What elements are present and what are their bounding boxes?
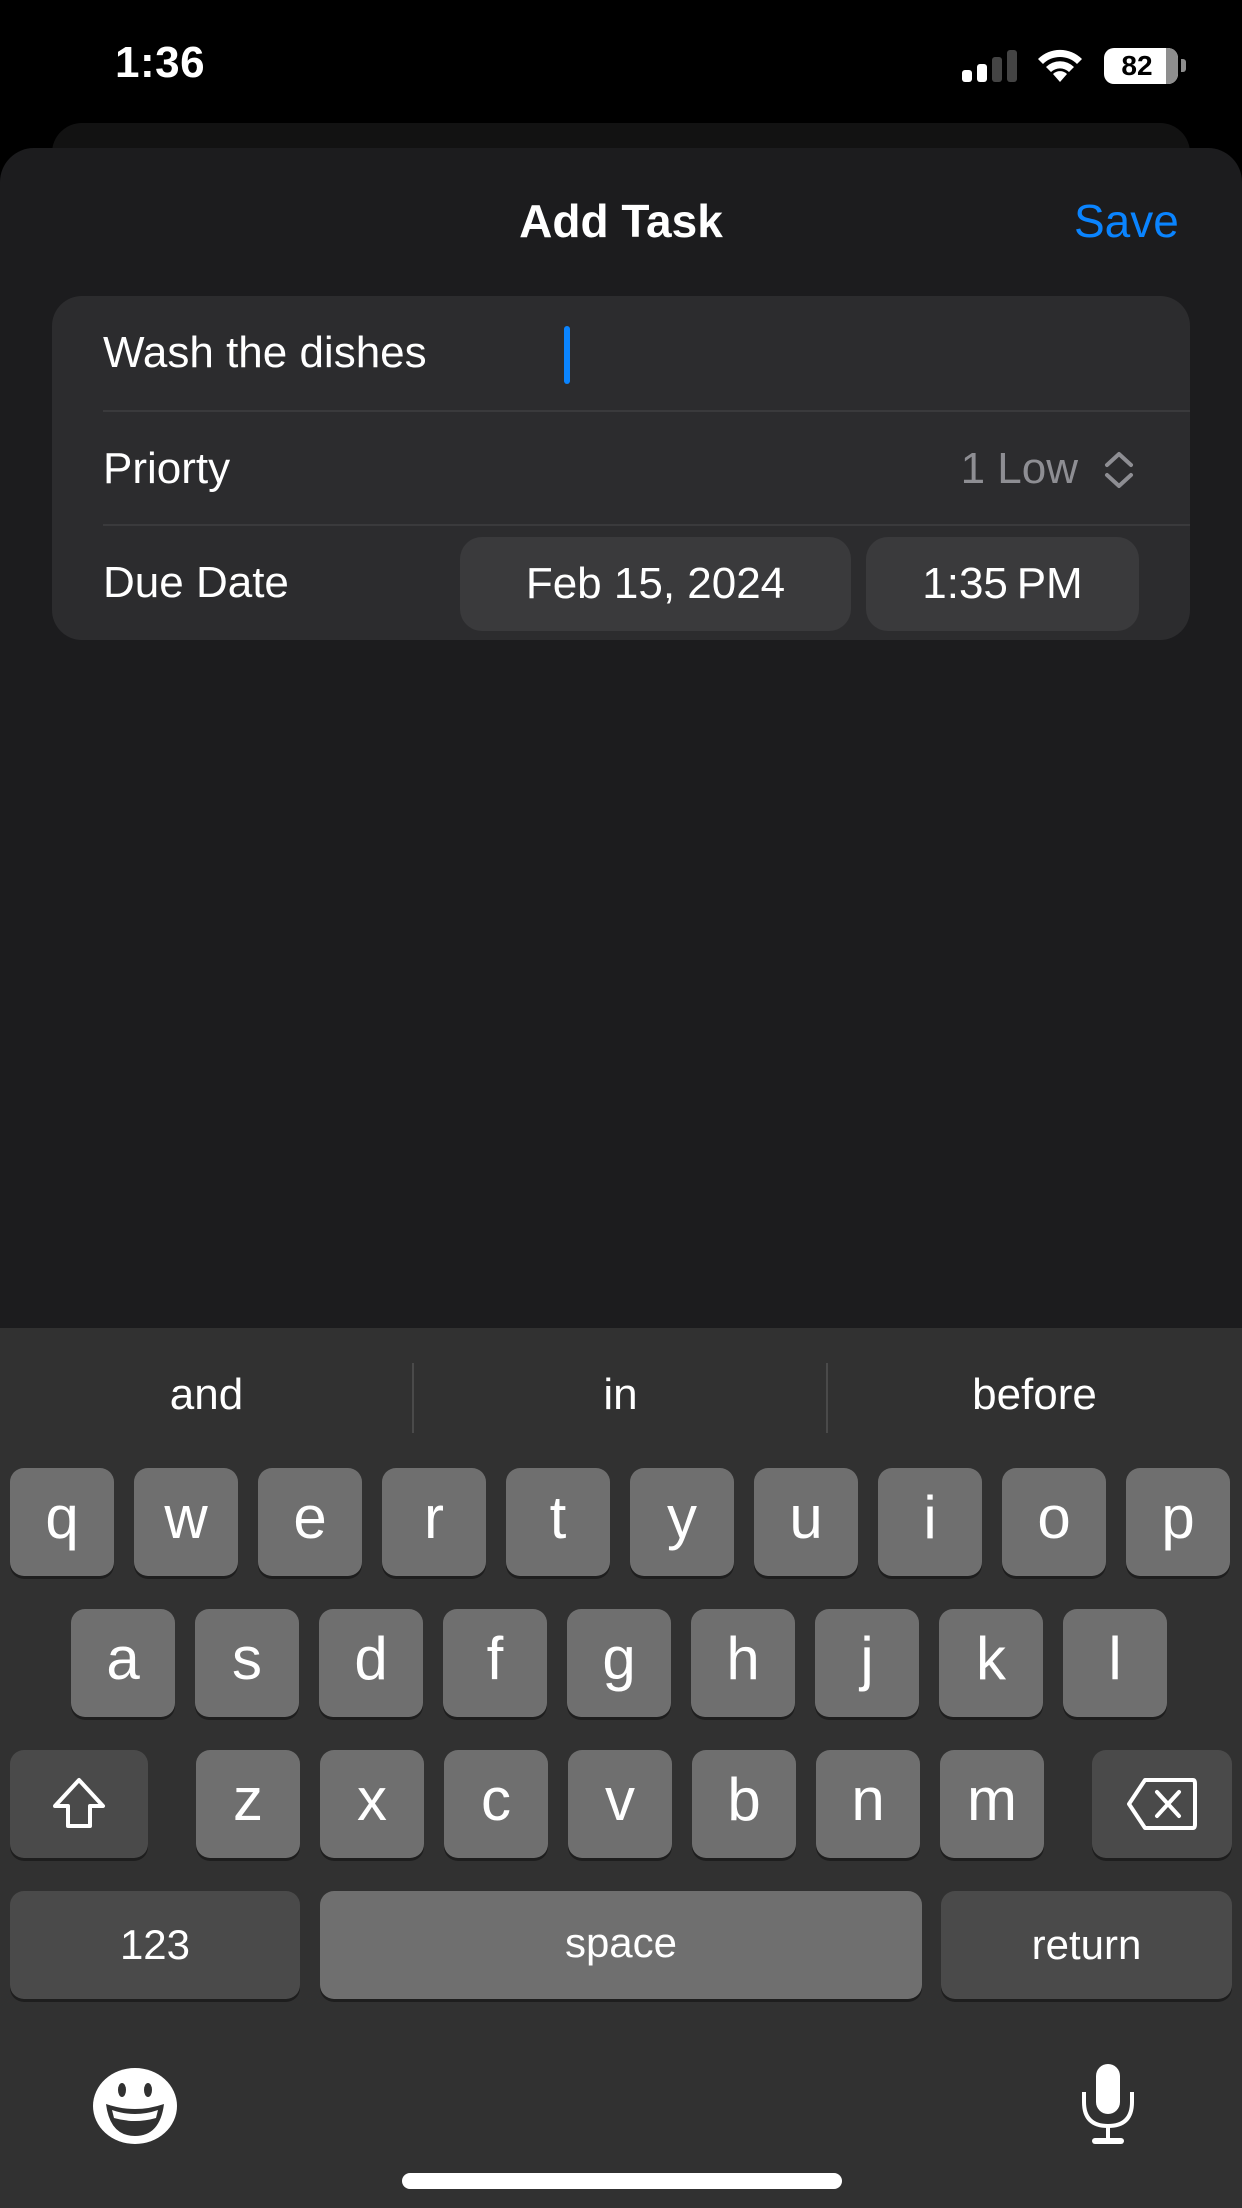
key-u[interactable]: u — [754, 1468, 858, 1576]
space-key[interactable]: space — [320, 1891, 922, 1999]
key-l[interactable]: l — [1063, 1609, 1167, 1717]
key-k[interactable]: k — [939, 1609, 1043, 1717]
due-date-label: Due Date — [103, 558, 289, 607]
priority-picker-value[interactable]: 1 Low — [961, 412, 1078, 526]
key-m[interactable]: m — [940, 1750, 1044, 1858]
key-r[interactable]: r — [382, 1468, 486, 1576]
key-x[interactable]: x — [320, 1750, 424, 1858]
key-y[interactable]: y — [630, 1468, 734, 1576]
chevron-up-down-icon — [1105, 452, 1133, 488]
wifi-icon — [1034, 46, 1086, 84]
key-e[interactable]: e — [258, 1468, 362, 1576]
time-picker-button[interactable]: 1:35 PM — [866, 537, 1139, 631]
priority-row[interactable]: Priorty 1 Low — [52, 412, 1190, 526]
key-j[interactable]: j — [815, 1609, 919, 1717]
page-title: Add Task — [519, 195, 723, 247]
suggestion-3[interactable]: before — [828, 1328, 1241, 1450]
status-time: 1:36 — [115, 38, 206, 87]
key-p[interactable]: p — [1126, 1468, 1230, 1576]
key-z[interactable]: z — [196, 1750, 300, 1858]
priority-label: Priorty — [103, 444, 231, 493]
home-indicator[interactable] — [402, 2173, 842, 2189]
numbers-key[interactable]: 123 — [10, 1891, 300, 1999]
shift-key[interactable] — [10, 1750, 148, 1858]
key-f[interactable]: f — [443, 1609, 547, 1717]
signal-bar — [1007, 50, 1017, 82]
microphone-icon[interactable] — [1076, 2062, 1140, 2148]
key-s[interactable]: s — [195, 1609, 299, 1717]
battery-icon: 82 — [1104, 48, 1178, 84]
date-picker-button[interactable]: Feb 15, 2024 — [460, 537, 851, 631]
key-q[interactable]: q — [10, 1468, 114, 1576]
key-d[interactable]: d — [319, 1609, 423, 1717]
key-c[interactable]: c — [444, 1750, 548, 1858]
text-caret — [564, 326, 570, 384]
signal-bar — [962, 70, 972, 82]
battery-nub — [1181, 59, 1186, 72]
emoji-icon[interactable] — [92, 2066, 178, 2146]
key-t[interactable]: t — [506, 1468, 610, 1576]
key-o[interactable]: o — [1002, 1468, 1106, 1576]
key-i[interactable]: i — [878, 1468, 982, 1576]
key-n[interactable]: n — [816, 1750, 920, 1858]
task-title-row — [52, 296, 1190, 410]
key-v[interactable]: v — [568, 1750, 672, 1858]
delete-key[interactable] — [1092, 1750, 1232, 1858]
shift-icon — [53, 1778, 105, 1828]
key-w[interactable]: w — [134, 1468, 238, 1576]
signal-bar — [977, 64, 987, 82]
suggestion-1[interactable]: and — [0, 1328, 413, 1450]
task-form: Priorty 1 Low Due Date Feb 15, 2024 1:35… — [52, 296, 1190, 640]
task-title-input[interactable] — [103, 296, 1133, 410]
key-h[interactable]: h — [691, 1609, 795, 1717]
cellular-signal-icon — [962, 50, 1018, 82]
suggestion-2[interactable]: in — [414, 1328, 827, 1450]
keyboard: and in before qwertyuiop asdfghjkl zxcvb… — [0, 1328, 1242, 2208]
return-key[interactable]: return — [941, 1891, 1232, 1999]
save-button[interactable]: Save — [1074, 194, 1179, 248]
key-b[interactable]: b — [692, 1750, 796, 1858]
delete-icon — [1127, 1778, 1197, 1830]
due-date-row: Due Date Feb 15, 2024 1:35 PM — [52, 526, 1190, 640]
battery-percent: 82 — [1121, 50, 1153, 81]
key-a[interactable]: a — [71, 1609, 175, 1717]
signal-bar — [992, 57, 1002, 82]
key-g[interactable]: g — [567, 1609, 671, 1717]
